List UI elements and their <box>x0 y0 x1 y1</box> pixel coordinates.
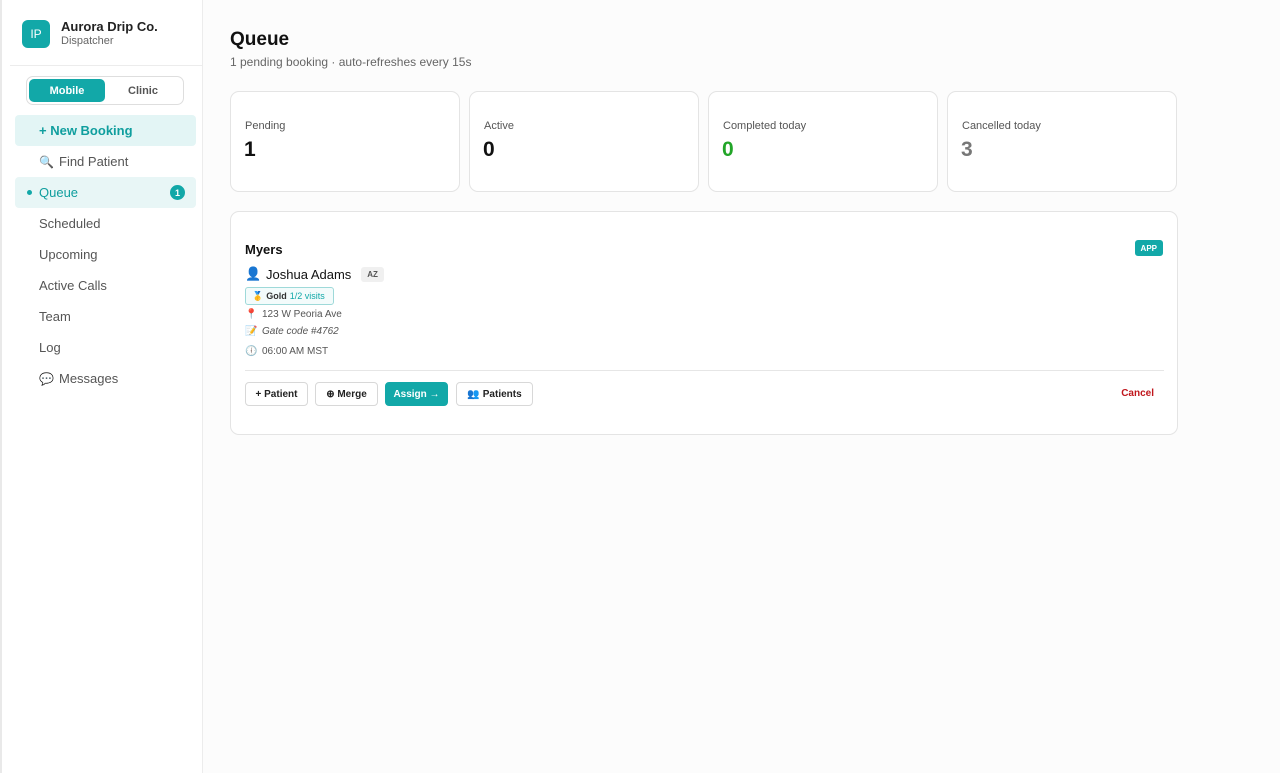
sidebar-item-upcoming[interactable]: Upcoming <box>15 239 196 270</box>
loyalty-tier: Gold <box>266 291 287 301</box>
sidebar-nav: + New Booking 🔍 Find Patient Queue 1 Sch… <box>15 115 196 394</box>
brand-role: Dispatcher <box>61 35 114 47</box>
sidebar-item-log[interactable]: Log <box>15 332 196 363</box>
sidebar-item-messages[interactable]: 💬 Messages <box>15 363 196 394</box>
sidebar-item-label: Team <box>39 309 71 324</box>
address-text: 123 W Peoria Ave <box>262 309 342 320</box>
magnifier-icon: 🔍 <box>39 154 54 169</box>
stat-card-cancelled-today: Cancelled today 3 <box>947 91 1177 192</box>
stat-label: Completed today <box>723 120 807 132</box>
active-dot-icon <box>27 190 32 195</box>
card-divider <box>245 370 1164 371</box>
stat-value: 0 <box>722 138 734 161</box>
page-subtitle: 1 pending booking · auto-refreshes every… <box>230 55 472 69</box>
note-text: Gate code #4762 <box>262 326 339 337</box>
stat-label: Pending <box>245 120 286 132</box>
sidebar: IP Aurora Drip Co. Dispatcher Mobile Cli… <box>2 0 203 773</box>
speech-bubble-icon: 💬 <box>39 371 54 386</box>
patients-button-label: Patients <box>482 388 522 400</box>
mode-toggle-mobile[interactable]: Mobile <box>29 79 105 102</box>
sidebar-item-scheduled[interactable]: Scheduled <box>15 208 196 239</box>
queue-count-badge: 1 <box>170 185 185 200</box>
patients-button[interactable]: 👥 Patients <box>456 382 533 406</box>
loyalty-badge: 🥇 Gold 1/2 visits <box>245 287 334 305</box>
stat-card-completed-today: Completed today 0 <box>708 91 938 192</box>
brand: IP Aurora Drip Co. Dispatcher <box>22 19 158 48</box>
brand-logo: IP <box>22 19 50 48</box>
booking-title: Myers <box>245 242 283 257</box>
stat-value: 3 <box>961 138 973 161</box>
memo-icon: 📝 <box>245 326 258 337</box>
time-line: 🕕 06:00 AM MST <box>245 346 328 357</box>
patient-name[interactable]: Joshua Adams <box>266 267 351 282</box>
sidebar-item-label: Active Calls <box>39 278 107 293</box>
add-patient-button[interactable]: + Patient <box>245 382 308 406</box>
people-icon: 👥 <box>467 388 480 400</box>
sidebar-item-label: Messages <box>59 371 119 386</box>
assign-button[interactable]: Assign → <box>385 382 448 406</box>
time-text: 06:00 AM MST <box>262 346 329 357</box>
loyalty-visits: 1/2 visits <box>289 291 325 301</box>
merge-button[interactable]: ⊕ Merge <box>315 382 378 406</box>
sidebar-item-team[interactable]: Team <box>15 301 196 332</box>
stat-value: 1 <box>244 138 256 161</box>
sidebar-item-active-calls[interactable]: Active Calls <box>15 270 196 301</box>
mode-toggle: Mobile Clinic <box>26 76 184 105</box>
booking-card: Myers APP 👤 Joshua Adams AZ 🥇 Gold 1/2 v… <box>230 211 1178 435</box>
sidebar-item-label: Queue <box>39 185 79 200</box>
sidebar-item-label: Find Patient <box>59 154 129 169</box>
sidebar-item-label: Scheduled <box>39 216 101 231</box>
patient-row: 👤 Joshua Adams AZ <box>245 266 384 282</box>
person-icon: 👤 <box>245 266 262 281</box>
address-line: 📍 123 W Peoria Ave <box>245 309 342 320</box>
brand-name: Aurora Drip Co. <box>61 19 158 34</box>
state-tag: AZ <box>361 266 384 282</box>
brand-text: Aurora Drip Co. Dispatcher <box>61 19 158 48</box>
stat-label: Active <box>484 120 514 132</box>
sidebar-item-find-patient[interactable]: 🔍 Find Patient <box>15 146 196 177</box>
stat-value: 0 <box>483 138 495 161</box>
sidebar-item-label: Log <box>39 340 61 355</box>
medal-icon: 🥇 <box>252 290 264 301</box>
source-badge: APP <box>1134 240 1163 256</box>
new-booking-button[interactable]: + New Booking <box>15 115 196 146</box>
sidebar-item-label: Upcoming <box>39 247 98 262</box>
sidebar-divider <box>10 65 203 66</box>
cancel-booking-button[interactable]: Cancel <box>1121 388 1154 399</box>
stat-card-active: Active 0 <box>469 91 699 192</box>
stat-label: Cancelled today <box>962 120 1041 132</box>
stat-card-pending: Pending 1 <box>230 91 460 192</box>
sidebar-item-queue[interactable]: Queue 1 <box>15 177 196 208</box>
page-title: Queue <box>230 29 290 50</box>
map-pin-icon: 📍 <box>245 309 258 320</box>
note-line: 📝 Gate code #4762 <box>245 326 339 337</box>
mode-toggle-clinic[interactable]: Clinic <box>105 79 181 102</box>
clock-icon: 🕕 <box>245 346 258 357</box>
